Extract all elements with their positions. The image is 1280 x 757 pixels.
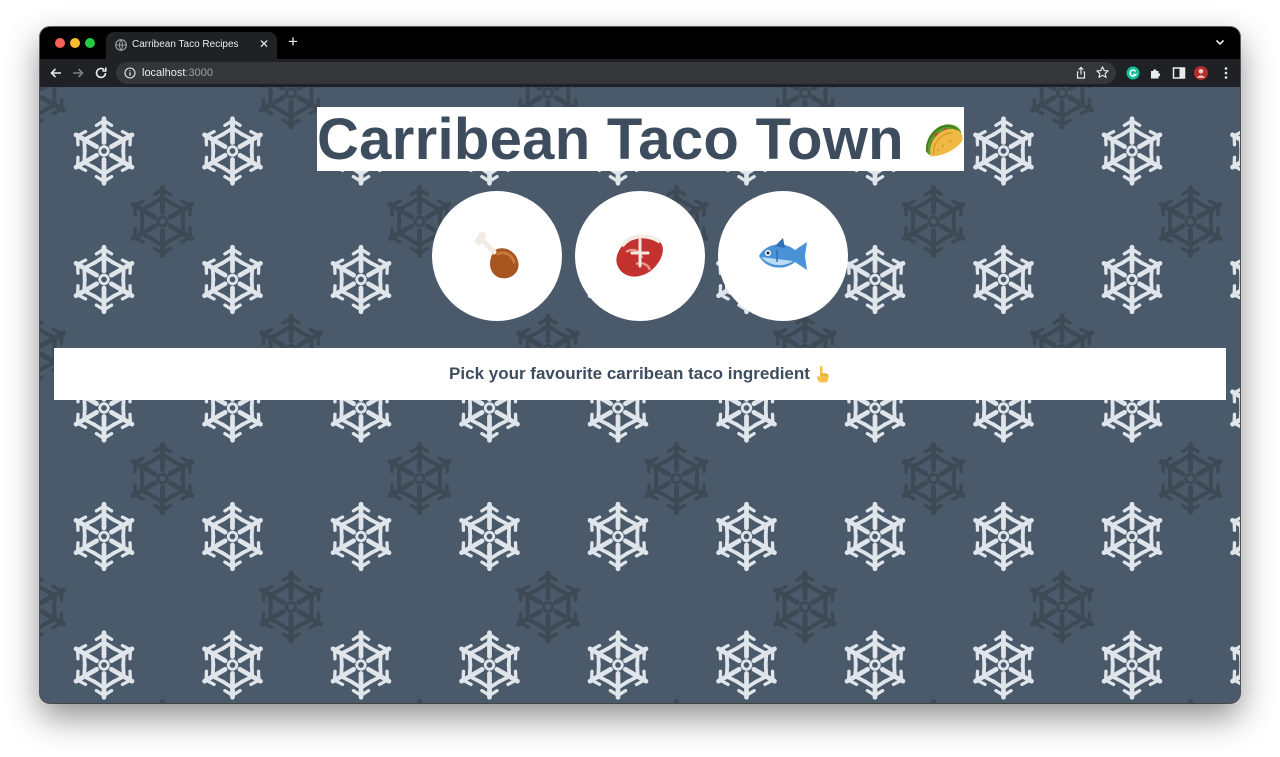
more-options-icon[interactable] — [1218, 65, 1234, 81]
browser-toolbar: localhost:3000 — [40, 59, 1240, 87]
back-arrow-icon[interactable] — [48, 65, 64, 81]
tab-strip: Carribean Taco Recipes ✕ + — [40, 27, 1240, 59]
browser-window: Carribean Taco Recipes ✕ + localhost:300… — [40, 27, 1240, 703]
pointing-up-hand-icon — [816, 365, 829, 383]
profile-avatar-icon[interactable] — [1193, 65, 1209, 81]
close-tab-icon[interactable]: ✕ — [257, 37, 271, 51]
ingredient-fish-button[interactable] — [718, 191, 848, 321]
close-window-button[interactable] — [55, 38, 65, 48]
prompt-banner: Pick your favourite carribean taco ingre… — [54, 348, 1226, 400]
meat-cut-icon — [616, 234, 663, 277]
new-tab-button[interactable]: + — [285, 33, 301, 50]
url-text: localhost:3000 — [142, 67, 213, 79]
globe-icon — [115, 39, 127, 51]
reload-icon[interactable] — [93, 65, 109, 81]
info-icon[interactable] — [124, 67, 136, 79]
address-bar[interactable]: localhost:3000 — [116, 62, 1116, 84]
fish-icon — [759, 238, 807, 270]
page-title: Carribean Taco Town — [317, 106, 904, 172]
url-host: localhost — [142, 67, 186, 79]
bookmark-star-icon[interactable] — [1095, 65, 1110, 80]
prompt-text: Pick your favourite carribean taco ingre… — [449, 364, 810, 383]
title-banner: Carribean Taco Town — [317, 106, 964, 172]
page-content: Carribean Taco Town Pick your favourite … — [40, 87, 1240, 703]
taco-icon — [925, 124, 963, 157]
extensions-puzzle-icon[interactable] — [1148, 65, 1164, 81]
url-port: :3000 — [185, 67, 213, 79]
ingredient-beef-button[interactable] — [575, 191, 705, 321]
poultry-leg-icon — [475, 232, 519, 279]
share-icon[interactable] — [1074, 66, 1088, 80]
side-panel-icon[interactable] — [1171, 65, 1187, 81]
minimize-window-button[interactable] — [70, 38, 80, 48]
chevron-down-icon[interactable] — [1214, 36, 1226, 48]
maximize-window-button[interactable] — [85, 38, 95, 48]
forward-arrow-icon[interactable] — [70, 65, 86, 81]
grammarly-extension-icon[interactable] — [1125, 65, 1141, 81]
ingredient-chicken-button[interactable] — [432, 191, 562, 321]
tab-carribean-taco-recipes[interactable]: Carribean Taco Recipes ✕ — [106, 32, 277, 59]
tab-title: Carribean Taco Recipes — [132, 39, 239, 50]
